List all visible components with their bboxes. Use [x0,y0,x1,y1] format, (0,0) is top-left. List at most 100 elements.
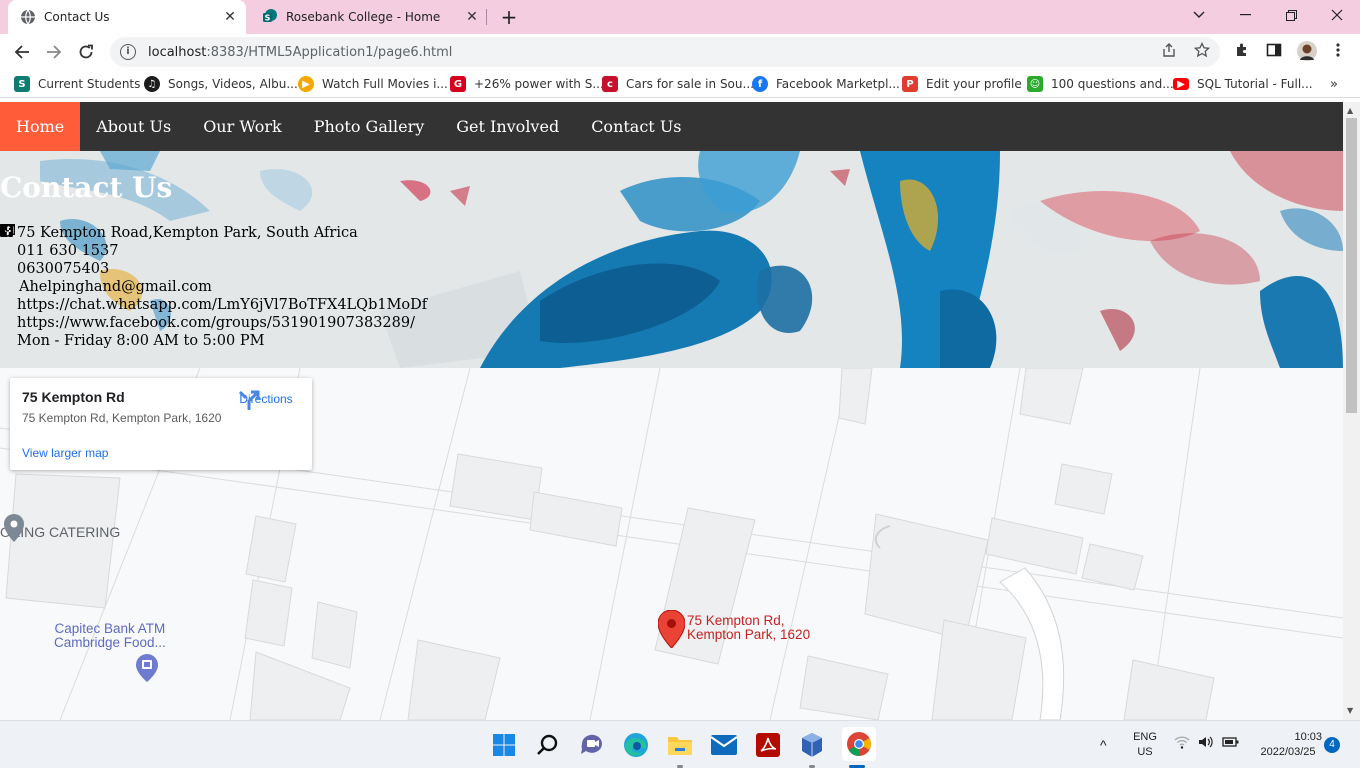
acrobat-icon[interactable] [754,731,782,759]
tab-title: Rosebank College - Home [286,10,441,24]
page-scrollbar[interactable]: ▲ ▼ [1343,102,1360,720]
restore-button[interactable] [1268,0,1314,30]
new-tab-button[interactable]: + [498,5,520,29]
wifi-icon[interactable] [1174,735,1190,752]
bookmark-label: 100 questions and... [1051,77,1174,91]
share-icon[interactable] [1161,42,1177,58]
bookmark-label: Facebook Marketpl... [776,77,900,91]
bookmark-edit-profile[interactable]: P Edit your profile [902,76,1022,92]
bookmark-power[interactable]: G +26% power with S... [450,76,604,92]
address-bar[interactable]: i localhost:8383/HTML5Application1/page6… [110,37,1220,67]
clock-date: 2022/03/25 [1260,746,1316,758]
place-label-capitec[interactable]: Capitec Bank ATM Cambridge Food... [54,622,166,650]
language-code: ENG [1133,731,1157,743]
nav-contact-us[interactable]: Contact Us [575,102,697,151]
facebook-icon: f [752,76,768,92]
contact-facebook: https://www.facebook.com/groups/53190190… [0,224,427,332]
bookmark-star-icon[interactable] [1194,42,1210,58]
bookmark-cars[interactable]: c Cars for sale in Sou... [602,76,754,92]
tab-search-button[interactable] [1176,0,1222,30]
scroll-down-icon[interactable]: ▼ [1347,706,1353,715]
back-button[interactable] [10,40,34,64]
reload-button[interactable] [74,40,98,64]
contact-whatsapp: https://chat.whatsapp.com/LmY6jVl7BoTFX4… [0,224,428,314]
contact-address-text: 75 Kempton Road,Kempton Park, South Afri… [17,225,358,241]
bookmark-songs[interactable]: ♫ Songs, Videos, Albu... [144,76,298,92]
bookmark-label: Current Students [38,77,141,91]
minimize-button[interactable] [1222,0,1268,30]
page-title: Contact Us [0,171,173,204]
edge-icon[interactable] [622,731,650,759]
scrollbar-thumb[interactable] [1346,118,1357,413]
virtualbox-icon[interactable] [798,731,826,759]
bookmark-sql-tutorial[interactable]: ▶ SQL Tutorial - Full... [1173,76,1313,92]
windows-taskbar: ^ ENG US 10:03 2022/03/25 4 [0,720,1360,768]
contact-facebook-text: https://www.facebook.com/groups/53190190… [17,315,415,331]
side-panel-icon[interactable] [1266,42,1282,58]
start-button[interactable] [490,731,518,759]
bookmarks-bar: S Current Students ♫ Songs, Videos, Albu… [0,70,1360,98]
tab-title: Contact Us [44,10,110,24]
site-info-icon[interactable]: i [120,44,136,60]
sharepoint-icon: S [262,9,278,25]
close-tab-icon[interactable]: ✕ [220,7,240,27]
directions-icon [238,390,260,410]
mail-icon[interactable] [710,731,738,759]
clock-area[interactable]: 10:03 2022/03/25 [1250,731,1326,758]
bookmark-current-students[interactable]: S Current Students [14,76,140,92]
contact-email-text: Ahelpinghand@gmail.com [19,279,212,295]
sharepoint-icon: S [14,76,30,92]
place-label-text: Cambridge Food... [54,635,166,650]
url-text: localhost:8383/HTML5Application1/page6.h… [148,44,453,60]
contact-phone-2: 0630075403 [0,224,427,278]
battery-icon[interactable] [1222,735,1240,752]
forward-button[interactable] [42,40,66,64]
extensions-icon[interactable] [1234,42,1250,58]
nav-home[interactable]: Home [0,102,81,151]
tab-contact-us[interactable]: Contact Us ✕ [8,0,246,34]
globe-icon [20,9,36,25]
music-icon: ♫ [144,76,160,92]
more-bookmarks-icon[interactable]: » [1330,76,1338,92]
tab-strip: Contact Us ✕ S Rosebank College - Home ✕… [0,0,1360,34]
scroll-up-icon[interactable]: ▲ [1347,106,1353,115]
quiz-icon: ☺ [1027,76,1043,92]
chrome-icon[interactable] [842,727,876,761]
language-indicator[interactable]: ENG US [1128,731,1162,758]
nav-our-work[interactable]: Our Work [187,102,298,151]
nav-get-involved[interactable]: Get Involved [440,102,575,151]
place-title: 75 Kempton Rd [22,389,125,405]
search-icon[interactable] [534,731,562,759]
browser-toolbar: i localhost:8383/HTML5Application1/page6… [0,34,1360,70]
place-label-text: Capitec Bank ATM [54,621,166,636]
notification-badge[interactable]: 4 [1324,737,1340,753]
view-larger-map-link[interactable]: View larger map [22,446,108,460]
bookmark-movies[interactable]: ▶ Watch Full Movies i... [298,76,448,92]
bookmark-100-questions[interactable]: ☺ 100 questions and... [1027,76,1174,92]
place-label-catering[interactable]: OKING CATERING [0,514,120,542]
page-viewport: Home About Us Our Work Photo Gallery Get… [0,102,1343,720]
bookmark-label: Cars for sale in Sou... [626,77,754,91]
google-map-embed[interactable]: 75 Kempton Rd 75 Kempton Rd, Kempton Par… [0,368,1343,720]
nav-photo-gallery[interactable]: Photo Gallery [298,102,441,151]
bookmark-label: +26% power with S... [474,77,604,91]
nav-about-us[interactable]: About Us [80,102,187,151]
file-explorer-icon[interactable] [666,731,694,759]
play-icon: ▶ [298,76,314,92]
menu-icon[interactable] [1330,42,1346,58]
bookmark-facebook-marketplace[interactable]: f Facebook Marketpl... [752,76,900,92]
close-window-button[interactable] [1314,0,1360,30]
contact-phone-text: 011 630 1537 [17,243,119,259]
tray-chevron-icon[interactable]: ^ [1100,737,1107,753]
tab-separator [486,9,487,25]
contact-whatsapp-text: https://chat.whatsapp.com/LmY6jVl7BoTFX4… [17,297,428,313]
volume-icon[interactable] [1198,735,1214,752]
teams-chat-icon[interactable] [578,731,606,759]
profile-avatar[interactable] [1297,41,1317,61]
directions-button[interactable]: Directions [238,390,294,410]
car-brand-icon: G [450,76,466,92]
contact-phone-1: 011 630 1537 [0,224,427,260]
bookmark-label: SQL Tutorial - Full... [1197,77,1313,91]
close-tab-icon[interactable]: ✕ [462,7,482,27]
tab-rosebank[interactable]: S Rosebank College - Home ✕ [250,0,488,34]
